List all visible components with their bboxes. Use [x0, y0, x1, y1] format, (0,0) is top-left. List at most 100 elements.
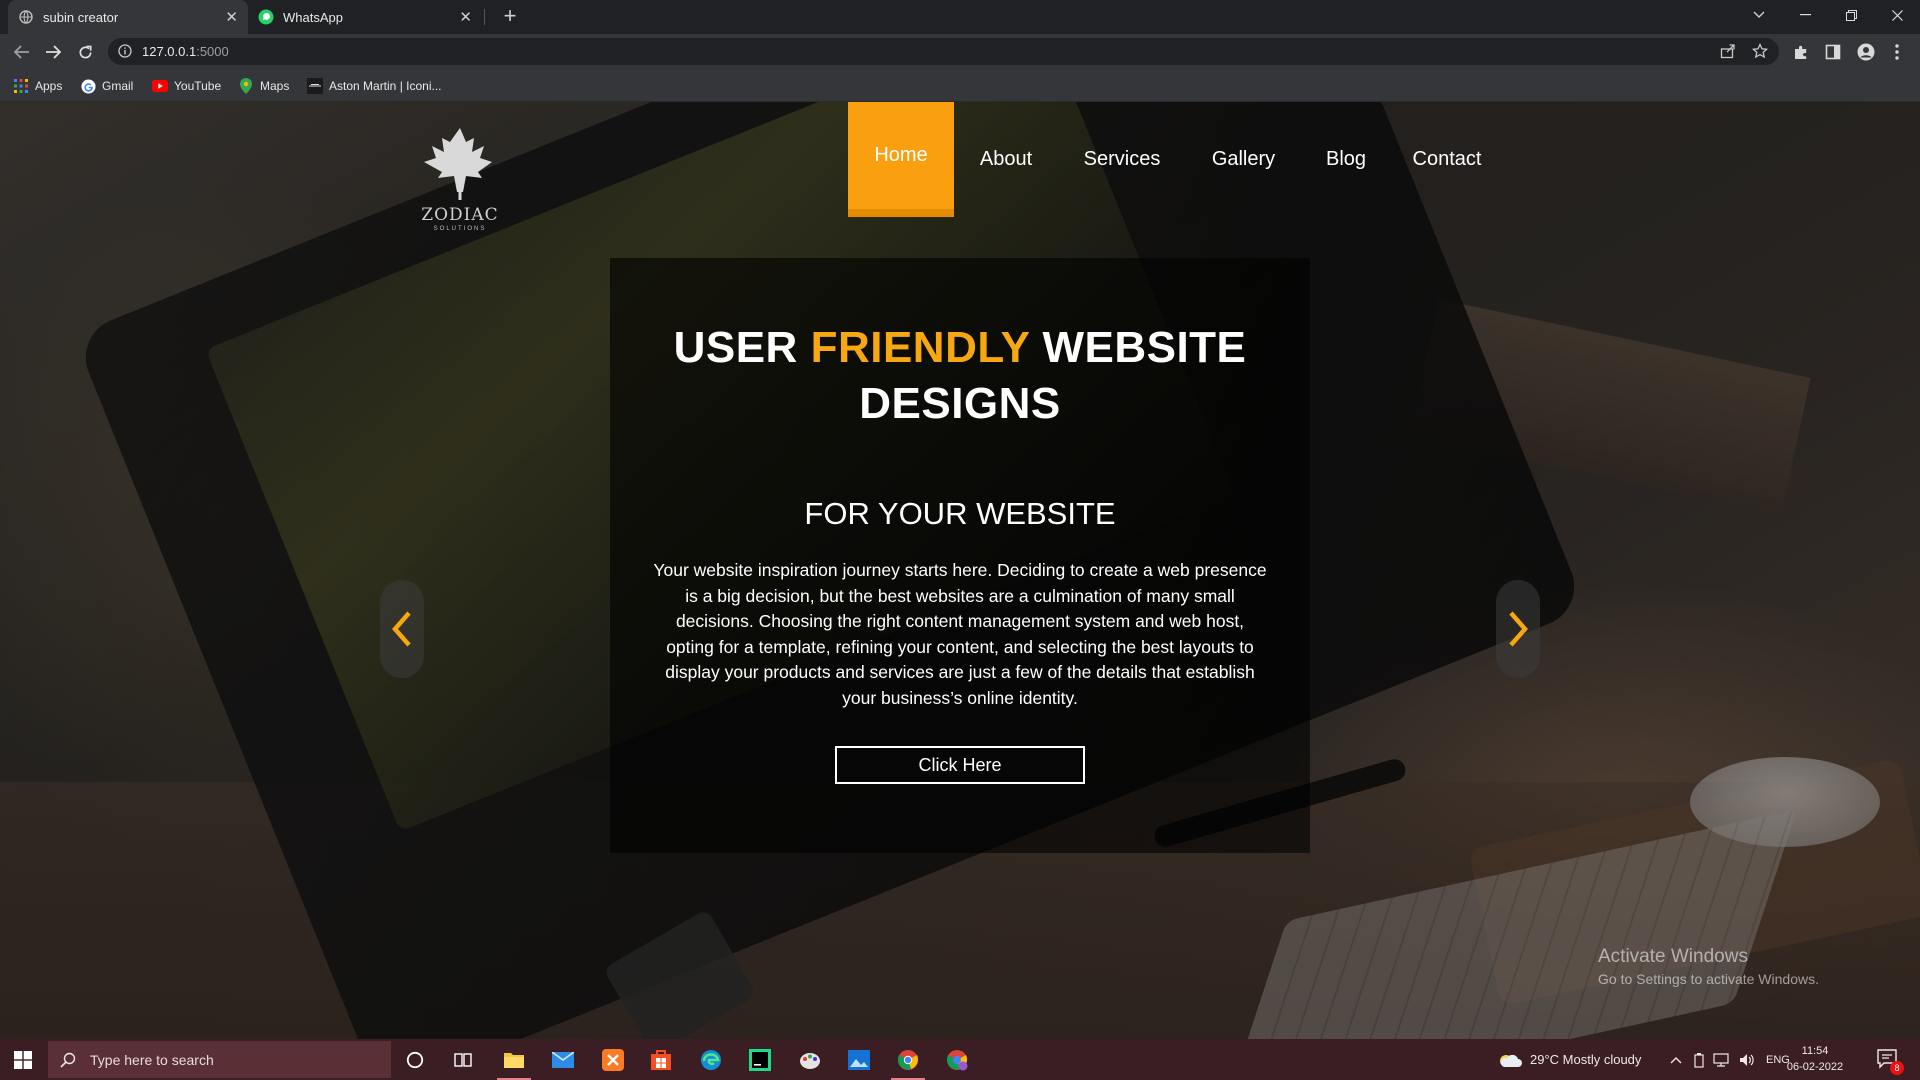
profile-avatar-icon[interactable] [1857, 43, 1875, 61]
site-info-icon[interactable] [118, 44, 132, 63]
minimize-icon[interactable] [1782, 0, 1828, 30]
side-panel-icon[interactable] [1824, 43, 1842, 61]
maple-leaf-icon [424, 128, 492, 200]
bookmark-label: Gmail [102, 79, 134, 93]
bookmark-label: Maps [260, 79, 290, 93]
url-host: 127.0.0.1 [142, 44, 197, 59]
close-window-icon[interactable] [1874, 0, 1920, 30]
globe-icon [18, 9, 34, 25]
cloud-icon [1500, 1054, 1522, 1067]
notification-count-badge: 8 [1890, 1061, 1904, 1075]
forward-icon[interactable] [41, 40, 65, 64]
hero-title-highlight: FRIENDLY [810, 323, 1030, 372]
hero-description: Your website inspiration journey starts … [653, 560, 1267, 708]
paint-icon[interactable] [787, 1039, 833, 1080]
new-tab-icon[interactable]: + [498, 5, 522, 29]
tab-separator [484, 9, 485, 25]
show-hidden-icons-chevron-icon[interactable] [1670, 1039, 1682, 1080]
nav-about[interactable]: About [954, 102, 1058, 217]
hero-title: USER FRIENDLY WEBSITE DESIGNS [610, 320, 1310, 432]
site-logo[interactable]: ZODIAC SOLUTIONS [420, 126, 500, 232]
bookmark-label: YouTube [174, 79, 222, 93]
maps-icon [238, 78, 254, 94]
logo-tagline: SOLUTIONS [433, 226, 487, 232]
bookmark-apps[interactable]: Apps [13, 77, 62, 95]
hero-card: USER FRIENDLY WEBSITE DESIGNS FOR YOUR W… [610, 258, 1310, 853]
bookmarks-bar: Apps Gmail YouTube Maps Aston Martin | I… [0, 69, 1920, 102]
website-viewport: ZODIAC SOLUTIONS Home About Services Gal… [0, 102, 1920, 1039]
main-nav: Home About Services Gallery Blog Contact [848, 102, 1503, 217]
action-center-button[interactable]: 8 [1876, 1047, 1904, 1075]
xampp-icon[interactable] [590, 1039, 636, 1080]
clock-time: 11:54 [1801, 1045, 1829, 1057]
watermark-subtitle: Go to Settings to activate Windows. [1598, 971, 1819, 987]
nav-home[interactable]: Home [848, 102, 954, 217]
battery-icon[interactable] [1693, 1039, 1705, 1080]
network-icon[interactable] [1712, 1039, 1730, 1080]
back-icon[interactable] [10, 40, 34, 64]
tab-whatsapp[interactable]: WhatsApp ✕ [248, 0, 482, 34]
task-view-icon[interactable] [440, 1039, 486, 1080]
bookmark-youtube[interactable]: YouTube [152, 77, 221, 95]
chrome-profile-icon[interactable] [934, 1039, 980, 1080]
tab-title: WhatsApp [283, 9, 343, 25]
activate-windows-watermark: Activate Windows Go to Settings to activ… [1598, 946, 1819, 987]
tab-subin-creator[interactable]: subin creator ✕ [8, 0, 248, 34]
tab-title: subin creator [43, 9, 119, 25]
taskbar-search-box[interactable]: Type here to search [48, 1041, 391, 1078]
bookmark-maps[interactable]: Maps [238, 77, 289, 95]
chevron-left-icon [392, 611, 411, 647]
search-icon [60, 1052, 76, 1068]
windows-taskbar: Type here to search 29°C Mostly cloudy E… [0, 1039, 1920, 1080]
start-button[interactable] [0, 1039, 46, 1080]
nav-gallery[interactable]: Gallery [1186, 102, 1301, 217]
mail-icon[interactable] [540, 1039, 586, 1080]
address-bar[interactable]: 127.0.0.1:5000 [108, 38, 1779, 65]
weather-text: 29°C Mostly cloudy [1530, 1052, 1642, 1067]
youtube-icon [152, 78, 168, 94]
volume-icon[interactable] [1738, 1039, 1756, 1080]
url-port: :5000 [196, 44, 229, 59]
browser-toolbar: 127.0.0.1:5000 [0, 34, 1920, 69]
windows-logo-icon [14, 1050, 32, 1069]
file-explorer-icon[interactable] [491, 1039, 537, 1080]
logo-name: ZODIAC [421, 205, 499, 225]
search-placeholder: Type here to search [90, 1051, 214, 1068]
watermark-title: Activate Windows [1598, 946, 1748, 967]
bookmark-label: Apps [35, 79, 63, 93]
chevron-right-icon [1509, 611, 1528, 647]
nav-blog[interactable]: Blog [1301, 102, 1391, 217]
slider-next-button[interactable] [1496, 580, 1540, 678]
close-tab-icon[interactable]: ✕ [459, 8, 472, 26]
weather-widget[interactable]: 29°C Mostly cloudy [1498, 1039, 1641, 1080]
browser-tab-bar: subin creator ✕ WhatsApp ✕ + [0, 0, 1920, 34]
url-text: 127.0.0.1:5000 [142, 44, 229, 59]
microsoft-store-icon[interactable] [638, 1039, 684, 1080]
reload-icon[interactable] [73, 40, 97, 64]
cortana-icon[interactable] [392, 1039, 438, 1080]
chrome-icon[interactable] [885, 1039, 931, 1080]
tab-search-chevron-icon[interactable] [1736, 0, 1782, 30]
bookmark-label: Aston Martin | Iconi... [329, 79, 442, 93]
nav-contact[interactable]: Contact [1391, 102, 1503, 217]
click-here-button[interactable]: Click Here [835, 746, 1085, 784]
bookmark-aston-martin[interactable]: Aston Martin | Iconi... [307, 77, 442, 95]
photos-icon[interactable] [836, 1039, 882, 1080]
google-icon [80, 78, 96, 94]
nav-services[interactable]: Services [1058, 102, 1186, 217]
restore-icon[interactable] [1828, 0, 1874, 30]
aston-martin-icon [307, 78, 323, 94]
whatsapp-icon [258, 9, 274, 25]
edge-icon[interactable] [688, 1039, 734, 1080]
bookmark-gmail[interactable]: Gmail [80, 77, 133, 95]
hero-subtitle: FOR YOUR WEBSITE [804, 496, 1116, 531]
bookmark-star-icon[interactable] [1751, 42, 1769, 64]
browser-menu-icon[interactable] [1888, 43, 1906, 61]
close-tab-icon[interactable]: ✕ [225, 8, 238, 26]
share-icon[interactable] [1720, 43, 1736, 64]
extensions-puzzle-icon[interactable] [1792, 43, 1810, 61]
taskbar-clock[interactable]: 11:54 06-02-2022 [1780, 1043, 1850, 1075]
pycharm-icon[interactable] [737, 1039, 783, 1080]
slider-prev-button[interactable] [380, 580, 424, 678]
hero-title-part1: USER [673, 323, 811, 372]
